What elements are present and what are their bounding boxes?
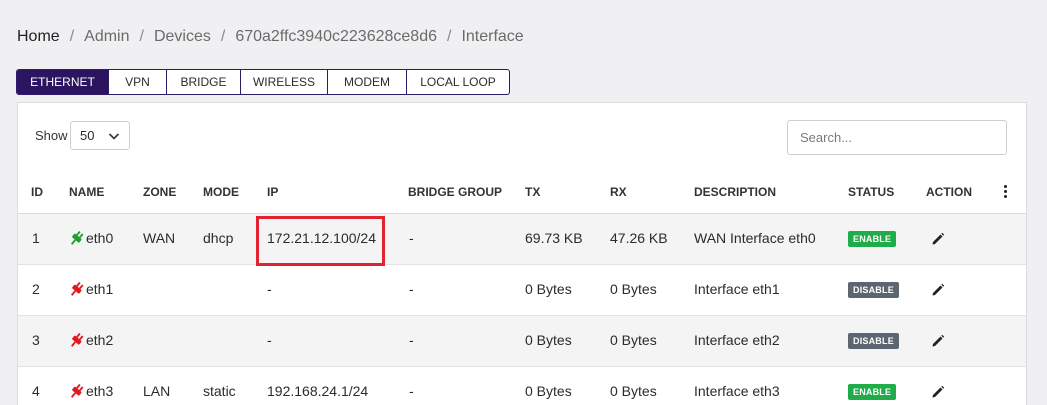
cell-ip: - [267, 332, 272, 348]
table-row: 3 eth2 - - 0 Bytes 0 Bytes Interface eth… [18, 316, 1026, 367]
tab-modem[interactable]: MODEM [328, 70, 407, 94]
cell-name: eth3 [86, 383, 114, 399]
cell-rx: 0 Bytes [610, 383, 657, 399]
column-header-ip[interactable]: IP [267, 185, 278, 199]
show-label: Show [35, 128, 68, 143]
kebab-menu-icon[interactable] [1004, 185, 1008, 200]
status-badge[interactable]: DISABLE [848, 333, 899, 349]
cell-bridge-group: - [409, 281, 414, 297]
cell-name: eth1 [86, 281, 114, 297]
breadcrumb-home[interactable]: Home [17, 28, 60, 46]
status-badge[interactable]: DISABLE [848, 282, 899, 298]
table-row: 2 eth1 - - 0 Bytes 0 Bytes Interface eth… [18, 265, 1026, 316]
cell-description: WAN Interface eth0 [694, 230, 816, 246]
breadcrumb: Home / Admin / Devices / 670a2ffc3940c22… [17, 28, 524, 46]
cell-id: 3 [32, 332, 40, 348]
pencil-icon[interactable] [931, 232, 945, 246]
column-header-id[interactable]: ID [31, 185, 43, 199]
tab-wireless[interactable]: WIRELESS [241, 70, 328, 94]
cell-bridge-group: - [409, 230, 414, 246]
cell-rx: 0 Bytes [610, 281, 657, 297]
breadcrumb-separator: / [220, 28, 226, 45]
breadcrumb-devices[interactable]: Devices [154, 28, 211, 46]
breadcrumb-separator: / [446, 28, 452, 45]
column-header-description[interactable]: DESCRIPTION [694, 185, 776, 199]
column-header-rx[interactable]: RX [610, 185, 627, 199]
breadcrumb-separator: / [69, 28, 75, 45]
cell-description: Interface eth2 [694, 332, 780, 348]
cell-name: eth0 [86, 230, 114, 246]
breadcrumb-current: Interface [461, 28, 524, 45]
cell-rx: 47.26 KB [610, 230, 668, 246]
cell-description: Interface eth1 [694, 281, 780, 297]
cell-mode: dhcp [203, 230, 234, 246]
cell-bridge-group: - [409, 383, 414, 399]
pencil-icon[interactable] [931, 385, 945, 399]
chevron-down-icon [108, 133, 120, 140]
pencil-icon[interactable] [931, 283, 945, 297]
column-header-name[interactable]: NAME [69, 185, 104, 199]
tab-vpn[interactable]: VPN [109, 70, 167, 94]
breadcrumb-separator: / [139, 28, 144, 45]
cell-ip: - [267, 281, 272, 297]
cell-mode: static [203, 383, 236, 399]
cell-tx: 0 Bytes [525, 281, 572, 297]
plug-icon [70, 333, 84, 347]
tab-local-loop[interactable]: LOCAL LOOP [407, 70, 509, 94]
cell-name: eth2 [86, 332, 114, 348]
column-header-status[interactable]: STATUS [848, 185, 894, 199]
cell-tx: 69.73 KB [525, 230, 583, 246]
tab-bridge[interactable]: BRIDGE [167, 70, 241, 94]
cell-id: 1 [32, 230, 40, 246]
cell-id: 4 [32, 383, 40, 399]
interface-table-panel: Show 50 ID NAME ZONE MODE IP BRIDGE GROU… [17, 102, 1027, 405]
tab-ethernet[interactable]: ETHERNET [17, 70, 109, 94]
plug-icon [70, 231, 84, 245]
plug-icon [70, 282, 84, 296]
column-header-mode[interactable]: MODE [203, 185, 239, 199]
cell-tx: 0 Bytes [525, 332, 572, 348]
column-header-zone[interactable]: ZONE [143, 185, 176, 199]
cell-ip: 192.168.24.1/24 [267, 383, 369, 399]
table-row: 4 eth3 LAN static 192.168.24.1/24 - 0 By… [18, 367, 1026, 405]
breadcrumb-device-id[interactable]: 670a2ffc3940c223628ce8d6 [235, 28, 437, 46]
column-header-bridge-group[interactable]: BRIDGE GROUP [408, 185, 502, 199]
search-input[interactable] [787, 120, 1007, 155]
cell-tx: 0 Bytes [525, 383, 572, 399]
cell-id: 2 [32, 281, 40, 297]
plug-icon [70, 384, 84, 398]
status-badge[interactable]: ENABLE [848, 384, 897, 400]
pencil-icon[interactable] [931, 334, 945, 348]
page-size-value: 50 [80, 128, 95, 143]
cell-rx: 0 Bytes [610, 332, 657, 348]
cell-zone: WAN [143, 230, 176, 246]
column-header-tx[interactable]: TX [525, 185, 540, 199]
cell-zone: LAN [143, 383, 171, 399]
breadcrumb-admin[interactable]: Admin [84, 28, 129, 46]
cell-bridge-group: - [409, 332, 414, 348]
ip-highlight-box [256, 216, 385, 266]
status-badge[interactable]: ENABLE [848, 231, 897, 247]
page-size-select[interactable]: 50 [70, 121, 130, 150]
table-header: ID NAME ZONE MODE IP BRIDGE GROUP TX RX … [18, 173, 1026, 214]
table-row: 1 eth0 WAN dhcp 172.21.12.100/24 - 69.73… [18, 214, 1026, 265]
cell-description: Interface eth3 [694, 383, 780, 399]
interface-tabs: ETHERNET VPN BRIDGE WIRELESS MODEM LOCAL… [16, 69, 510, 95]
column-header-action: ACTION [926, 185, 972, 199]
